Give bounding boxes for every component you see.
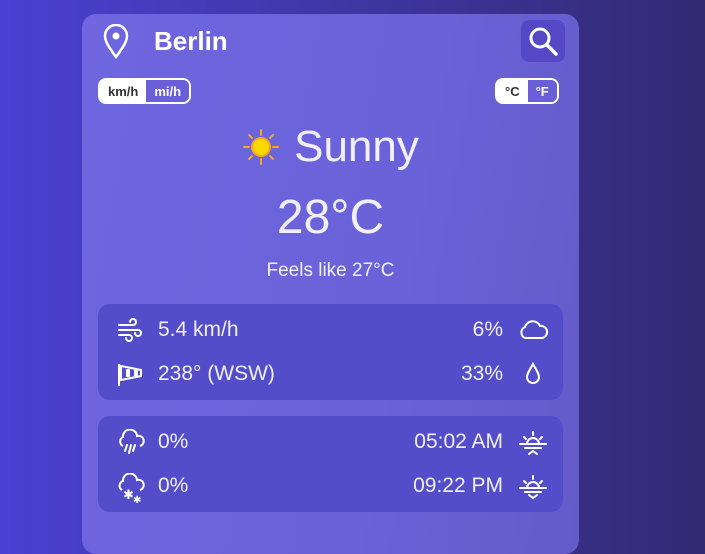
droplet-icon xyxy=(525,361,541,384)
rain-icon xyxy=(119,429,145,454)
wind-speed-row: 5.4 km/h 6% xyxy=(98,315,563,345)
map-pin-icon xyxy=(103,24,129,60)
cloudiness: 6% xyxy=(472,318,503,341)
temp-unit-toggle[interactable]: °C °F xyxy=(495,78,559,104)
wind-speed: 5.4 km/h xyxy=(158,318,239,341)
rain-sunrise-row: 0% 05:02 AM xyxy=(98,427,563,457)
city-name: Berlin xyxy=(154,26,228,56)
search-icon xyxy=(529,27,558,56)
snow-chance: 0% xyxy=(158,474,189,497)
snow-icon: ✱ ✱ xyxy=(118,473,145,503)
rain-chance: 0% xyxy=(158,430,189,453)
snow-sunset-row: ✱ ✱ 0% 09:22 PM xyxy=(98,471,563,503)
temperature: 28°C xyxy=(276,191,385,244)
humidity: 33% xyxy=(460,362,503,385)
cloud-icon xyxy=(520,320,549,339)
wind-direction-row: 238° (WSW) 33% xyxy=(98,359,563,389)
unit-kmh[interactable]: km/h xyxy=(100,80,147,102)
unit-fahrenheit[interactable]: °F xyxy=(527,80,557,102)
speed-unit-toggle[interactable]: km/h mi/h xyxy=(98,78,192,104)
precipitation-sun-panel: 0% 05:02 AM ✱ ✱ 0% 09:22 PM xyxy=(98,416,563,512)
windsock-icon xyxy=(118,364,142,386)
feels-like: Feels like 27°C xyxy=(266,260,395,281)
condition: Sunny xyxy=(82,122,579,172)
unit-celsius[interactable]: °C xyxy=(497,80,528,102)
search-button[interactable] xyxy=(521,20,565,62)
svg-text:✱: ✱ xyxy=(133,495,141,503)
unit-mph[interactable]: mi/h xyxy=(146,80,190,102)
sunrise-time: 05:02 AM xyxy=(414,430,503,453)
wind-icon xyxy=(118,318,142,342)
sunrise-icon xyxy=(519,431,547,455)
sunset-time: 09:22 PM xyxy=(413,474,503,497)
condition-text: Sunny xyxy=(294,122,419,171)
wind-panel: 5.4 km/h 6% 238° (WSW) 33% xyxy=(98,304,563,400)
weather-card: Berlin km/h mi/h °C °F Sunny 28°C Feels … xyxy=(82,14,579,554)
wind-direction: 238° (WSW) xyxy=(158,362,275,385)
sun-icon xyxy=(243,129,280,165)
sunset-icon xyxy=(519,475,547,500)
